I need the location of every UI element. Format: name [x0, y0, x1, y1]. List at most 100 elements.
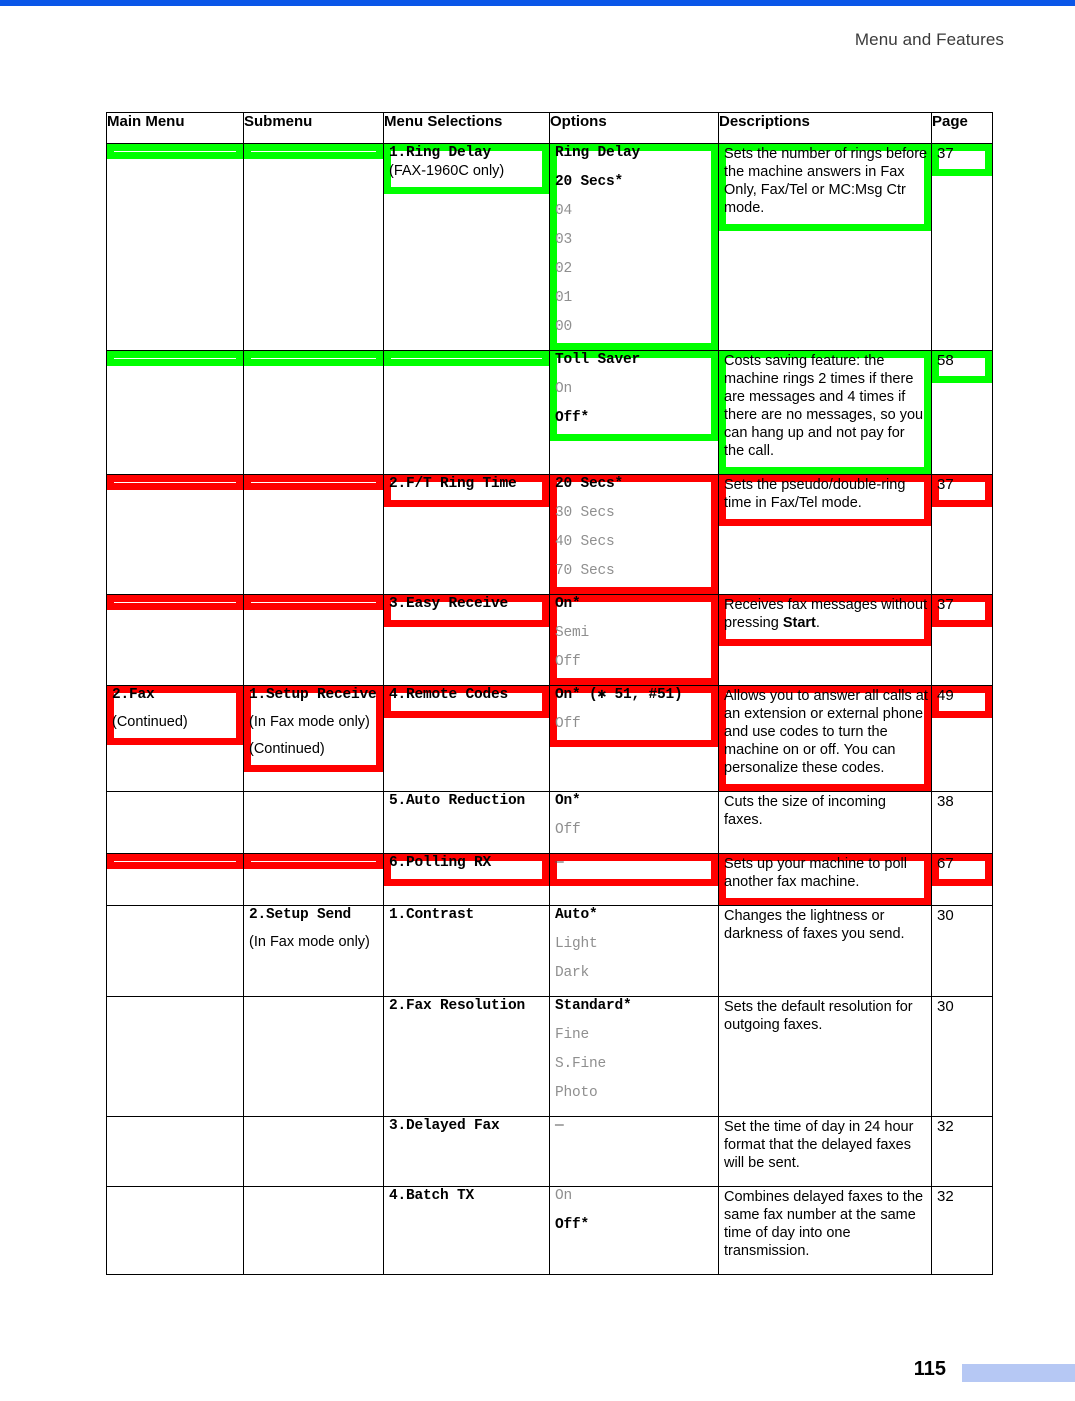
cell-submenu	[243, 996, 384, 1117]
cell-main-menu-text	[109, 854, 243, 862]
table-row: 3.Easy Receive On* Semi Off Receives fax mes…	[106, 594, 993, 686]
cell-page: 37	[931, 594, 993, 686]
option-value: Off	[555, 716, 581, 732]
cell-submenu-box	[244, 854, 383, 869]
page-reference-value: 30	[937, 907, 954, 924]
cell-main-menu-text	[109, 792, 243, 800]
cell-submenu-box	[244, 1117, 383, 1132]
page-reference-value: 38	[937, 793, 954, 810]
cell-page-box: 32	[932, 1117, 992, 1149]
page-reference-value: 67	[937, 855, 954, 872]
cell-page-box: 37	[932, 595, 992, 627]
menu-and-features-table: Main Menu Submenu Menu Selections Option…	[106, 112, 993, 1275]
cell-options-text: On* Off	[552, 792, 718, 846]
cell-submenu	[243, 791, 384, 854]
table-row: 5.Auto Reduction On* Off Cuts the size of i…	[106, 791, 993, 854]
description-value: Set the time of day in 24 hour format th…	[724, 1119, 914, 1171]
main-menu-note: (Continued)	[112, 714, 188, 730]
cell-options: Auto* Light Dark	[549, 905, 719, 997]
menu-selection-value: 4.Remote Codes	[389, 687, 509, 703]
cell-main-menu	[106, 1116, 244, 1187]
cell-submenu	[243, 1116, 384, 1187]
option-value: Standard*	[555, 998, 632, 1014]
cell-page-box: 67	[932, 854, 992, 886]
table-header-row: Main Menu Submenu Menu Selections Option…	[106, 112, 993, 144]
option-value: On* (✱ 51, #51)	[555, 687, 683, 703]
table-row: Toll Saver On Off* Costs saving feature: th…	[106, 350, 993, 475]
cell-submenu	[243, 853, 384, 906]
cell-submenu	[243, 594, 384, 686]
cell-submenu	[243, 143, 384, 351]
cell-page-box: 38	[932, 792, 992, 824]
cell-description: Sets the pseudo/double-ring time in Fax/…	[718, 474, 932, 595]
cell-options: —	[549, 1116, 719, 1187]
column-header-submenu: Submenu	[243, 112, 384, 144]
cell-submenu-box	[244, 595, 383, 610]
cell-page: 30	[931, 996, 993, 1117]
cell-description: Set the time of day in 24 hour format th…	[718, 1116, 932, 1187]
cell-menu-selection-text: 4.Remote Codes	[386, 686, 549, 711]
option-value: Dark	[555, 965, 590, 981]
table-row: 3.Delayed Fax — Set the time of day in 24 …	[106, 1116, 993, 1187]
option-value: 04	[555, 203, 573, 219]
cell-page-text: 30	[934, 906, 992, 931]
cell-description-box: Changes the lightness or darkness of fax…	[719, 906, 931, 957]
description-value: Sets the pseudo/double-ring time in Fax/…	[724, 477, 906, 511]
cell-main-menu-text	[109, 595, 243, 603]
cell-page: 32	[931, 1186, 993, 1275]
cell-description: Changes the lightness or darkness of fax…	[718, 905, 932, 997]
cell-menu-selection-text: 2.F/T Ring Time	[386, 475, 549, 500]
page-reference-value: 32	[937, 1188, 954, 1205]
cell-main-menu	[106, 996, 244, 1117]
menu-selection-value: 3.Easy Receive	[389, 596, 509, 612]
cell-menu-selection-box: 1.Ring Delay (FAX-1960C only)	[384, 144, 549, 194]
cell-submenu	[243, 1186, 384, 1275]
cell-page-text: 37	[934, 595, 992, 620]
cell-menu-selection-text	[386, 351, 549, 359]
description-value: Cuts the size of incoming faxes.	[724, 794, 886, 828]
submenu-value: 2.Setup Send	[249, 907, 352, 923]
cell-options: On* Off	[549, 791, 719, 854]
table-body: 1.Ring Delay (FAX-1960C only) Ring Delay 20…	[106, 143, 993, 1275]
cell-page-text: 37	[934, 475, 992, 500]
cell-page-text: 67	[934, 854, 992, 879]
cell-options-text: 20 Secs* 30 Secs 40 Secs 70 Secs	[552, 475, 718, 587]
cell-submenu-text: 2.Setup Send (In Fax mode only)	[246, 906, 383, 958]
running-header: Menu and Features	[854, 30, 1004, 49]
cell-main-menu	[106, 905, 244, 997]
page-reference-value: 32	[937, 1118, 954, 1135]
menu-selection-value: 1.Ring Delay	[389, 145, 492, 161]
cell-description-box: Cuts the size of incoming faxes.	[719, 792, 931, 843]
option-value: —	[555, 1118, 564, 1134]
table-row: 2.Fax (Continued) 1.Setup Receive (In Fax m…	[106, 685, 993, 792]
cell-options-text: Standard* Fine S.Fine Photo	[552, 997, 718, 1109]
cell-options-box: On Off*	[550, 1187, 718, 1248]
cell-main-menu-box: 2.Fax (Continued)	[107, 686, 243, 745]
cell-options-box: On* Off	[550, 792, 718, 853]
cell-main-menu	[106, 474, 244, 595]
cell-submenu-text	[246, 144, 383, 152]
cell-main-menu: 2.Fax (Continued)	[106, 685, 244, 792]
option-value: Ring Delay	[555, 145, 641, 161]
cell-main-menu-text	[109, 351, 243, 359]
option-value: On*	[555, 793, 581, 809]
cell-submenu	[243, 350, 384, 475]
table-row: 2.Fax Resolution Standard* Fine S.Fine Photo…	[106, 996, 993, 1117]
cell-menu-selection-text: 4.Batch TX	[386, 1187, 549, 1212]
page-reference-value: 30	[937, 998, 954, 1015]
main-menu-value: 2.Fax	[112, 687, 155, 703]
cell-menu-selection: 2.Fax Resolution	[383, 996, 550, 1117]
cell-page-box: 58	[932, 351, 992, 383]
cell-main-menu-text	[109, 997, 243, 1005]
cell-description-text: Receives fax messages without pressing S…	[721, 595, 931, 639]
cell-main-menu-box	[107, 792, 243, 807]
cell-options: 20 Secs* 30 Secs 40 Secs 70 Secs	[549, 474, 719, 595]
cell-menu-selection: 5.Auto Reduction	[383, 791, 550, 854]
cell-main-menu-box	[107, 1187, 243, 1202]
cell-menu-selection-text: 1.Ring Delay (FAX-1960C only)	[386, 144, 549, 187]
cell-submenu-box	[244, 792, 383, 807]
cell-options-box: On* Semi Off	[550, 595, 718, 685]
cell-page-box: 30	[932, 997, 992, 1029]
cell-page-text: 37	[934, 144, 992, 169]
option-value: Photo	[555, 1085, 598, 1101]
